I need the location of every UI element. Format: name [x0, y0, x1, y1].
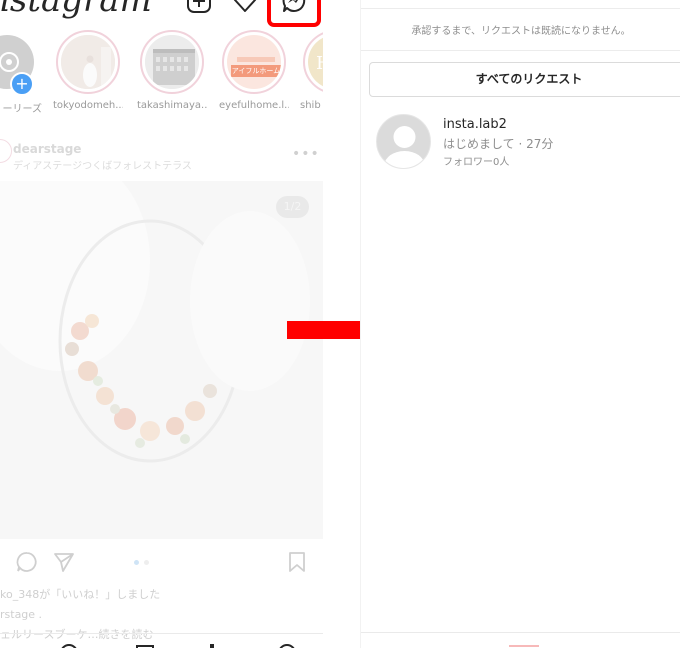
requester-avatar[interactable] [376, 114, 431, 169]
new-post-icon[interactable] [186, 0, 212, 14]
story-own[interactable]: + ーリーズ [0, 30, 42, 115]
brand-logo: アイフルホーム [231, 65, 281, 77]
divider [361, 50, 680, 51]
messenger-icon[interactable] [281, 0, 307, 14]
tab-icon[interactable] [210, 644, 214, 648]
story-shib[interactable]: H shib [300, 30, 323, 111]
comment-icon[interactable] [16, 551, 38, 577]
tab-icon[interactable] [60, 644, 78, 648]
divider [361, 632, 680, 633]
story-label: takashimaya... [137, 100, 207, 111]
post-avatar[interactable] [0, 139, 12, 163]
story-label: eyefulhome.l... [219, 100, 289, 111]
instagram-feed-panel: nstagram + ーリーズ tokyodomeh... takashimay… [0, 0, 323, 648]
post-location[interactable]: ディアステージつくばフォレストテラス [13, 157, 192, 172]
request-message-preview[interactable]: はじめまして · 27分 [443, 135, 553, 152]
liked-by-text[interactable]: ko_348が「いいね！」しました [0, 586, 160, 602]
all-requests-button[interactable]: すべてのリクエスト [369, 62, 680, 97]
message-requests-panel: 承認するまで、リクエストは既読になりません。 すべてのリクエスト insta.l… [360, 0, 680, 648]
photo-counter: 1/2 [276, 196, 309, 218]
story-label: tokyodomeh... [53, 100, 123, 111]
story-label: ーリーズ [2, 104, 43, 115]
tab-icon[interactable] [278, 644, 296, 648]
read-receipt-notice: 承認するまで、リクエストは既読になりません。 [411, 26, 631, 37]
divider [361, 8, 680, 9]
share-icon[interactable] [53, 551, 75, 577]
instagram-logo: nstagram [0, 0, 152, 20]
story-label: shib [300, 100, 321, 111]
add-story-icon[interactable]: + [10, 72, 34, 96]
heart-icon[interactable] [232, 0, 258, 14]
story-eyefulhome[interactable]: アイフルホーム eyefulhome.l... [219, 30, 289, 111]
tab-bar-divider [0, 633, 323, 634]
caption-text[interactable]: ェルリースブーケ…続きを読む [0, 626, 153, 642]
post-photo[interactable] [0, 181, 323, 539]
requester-username[interactable]: insta.lab2 [443, 117, 507, 132]
carousel-dot-active [134, 560, 139, 565]
delete-all-hint[interactable] [509, 645, 539, 647]
more-options-icon[interactable]: ••• [292, 146, 320, 162]
bookmark-icon[interactable] [287, 551, 307, 577]
story-tokyodome[interactable]: tokyodomeh... [53, 30, 123, 111]
story-takashimaya[interactable]: takashimaya... [137, 30, 207, 111]
carousel-dot [144, 560, 149, 565]
caption-username[interactable]: rstage . [0, 608, 42, 621]
requester-follower-count: フォロワー0人 [443, 157, 510, 168]
post-username[interactable]: dearstage [13, 142, 81, 156]
